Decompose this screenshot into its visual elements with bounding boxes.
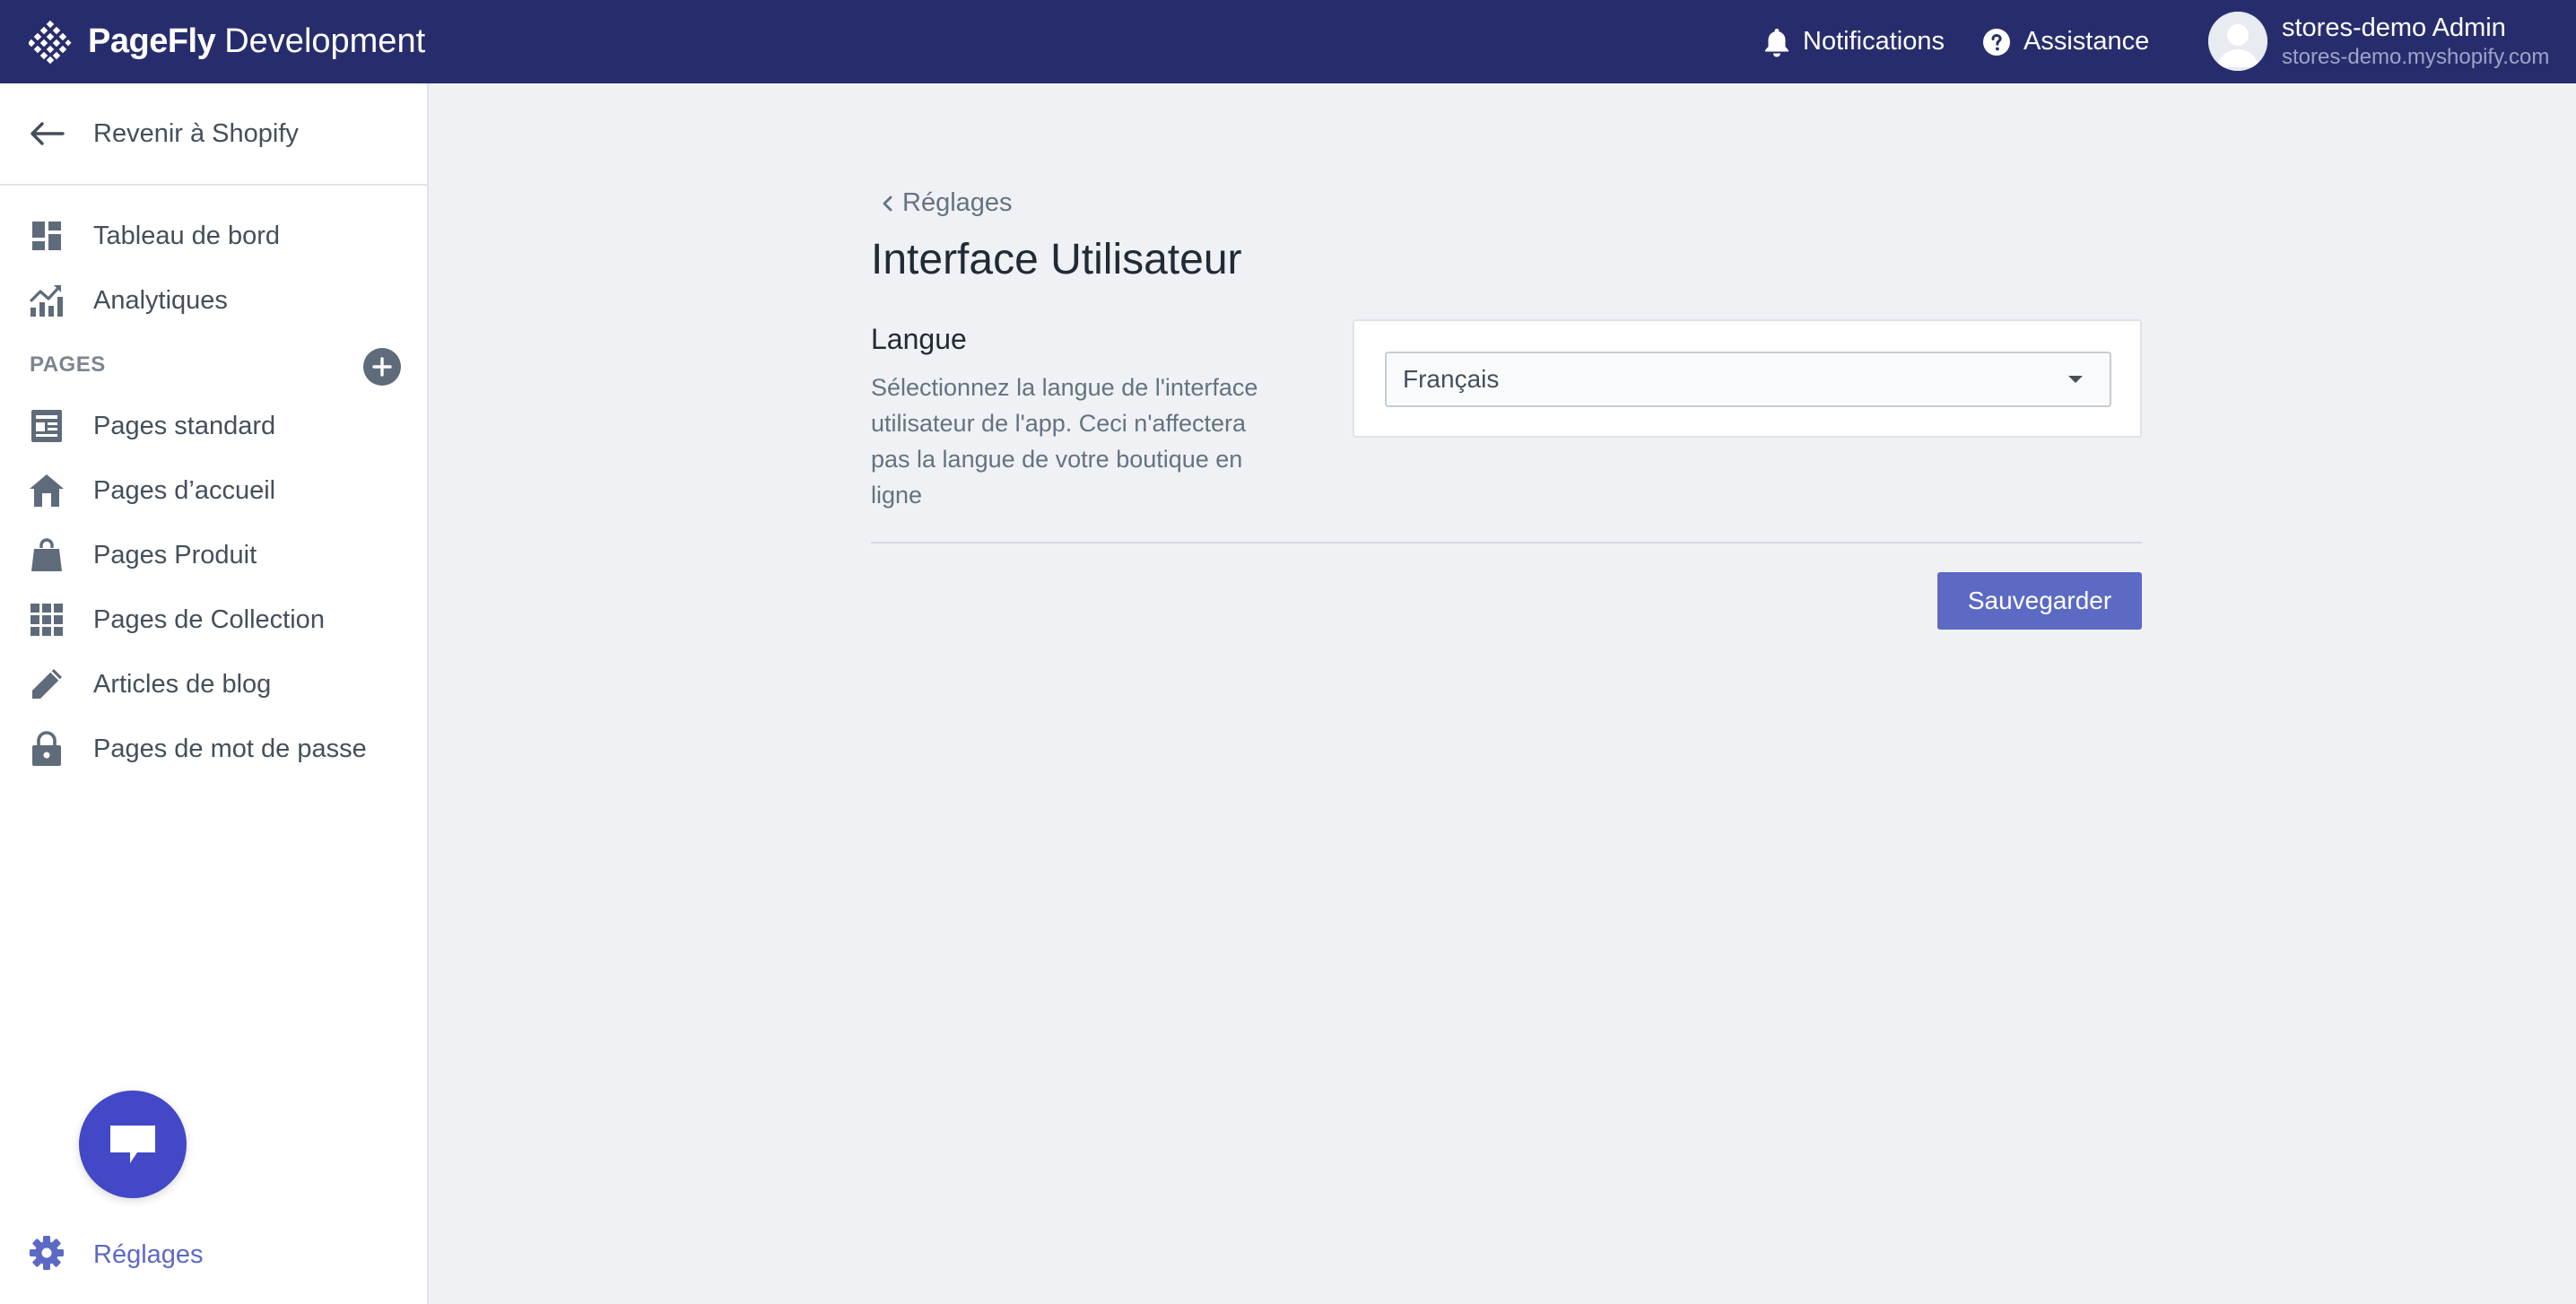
user-avatar-icon (2208, 12, 2267, 71)
language-select[interactable]: Français (1385, 352, 2111, 407)
account-menu[interactable]: stores-demo Admin stores-demo.myshopify.… (2208, 10, 2549, 73)
back-to-shopify-link[interactable]: Revenir à Shopify (0, 83, 427, 186)
sidebar-item-label: Pages d’accueil (93, 475, 276, 505)
sidebar-item-label: Réglages (93, 1239, 204, 1269)
assistance-label: Assistance (2023, 27, 2150, 56)
sidebar-item-label: Articles de blog (93, 669, 272, 699)
page-title: Interface Utilisateur (871, 236, 1242, 283)
language-card: Français (1353, 319, 2142, 438)
notifications-button[interactable]: Notifications (1763, 0, 1945, 83)
avatar (2208, 12, 2267, 71)
brand[interactable]: PageFly Development (29, 0, 425, 83)
language-section-title: Langue (871, 323, 967, 355)
sidebar-item-blog-articles[interactable]: Articles de blog (0, 656, 427, 713)
sidebar-item-password-pages[interactable]: Pages de mot de passe (0, 720, 427, 778)
sidebar-item-label: Tableau de bord (93, 221, 280, 250)
sidebar-item-label: Pages standard (93, 411, 276, 440)
page-icon (29, 408, 65, 444)
language-select-value: Français (1403, 365, 1500, 393)
gear-icon (29, 1235, 65, 1275)
caret-down-icon (2068, 376, 2083, 383)
bell-icon (1765, 28, 1788, 57)
pencil-icon (29, 666, 65, 702)
plus-icon (372, 357, 392, 377)
divider (871, 542, 2142, 543)
arrow-left-icon (30, 122, 65, 145)
chevron-left-icon (883, 196, 892, 211)
lock-icon (29, 731, 65, 767)
sidebar-item-label: Analytiques (93, 285, 228, 315)
grid-icon (29, 602, 65, 638)
pages-section-title: PAGES (30, 352, 106, 377)
sidebar-item-label: Pages Produit (93, 540, 257, 569)
home-icon (29, 473, 65, 509)
sidebar-item-settings[interactable]: Réglages (0, 1226, 427, 1283)
notifications-label: Notifications (1803, 27, 1945, 56)
breadcrumb-label: Réglages (902, 188, 1013, 217)
add-page-button[interactable] (363, 348, 401, 386)
analytics-icon (29, 283, 65, 318)
help-icon (1983, 28, 2010, 56)
sidebar-item-product-pages[interactable]: Pages Produit (0, 526, 427, 584)
sidebar-item-analytics[interactable]: Analytiques (0, 272, 427, 329)
back-to-shopify-label: Revenir à Shopify (93, 118, 299, 148)
sidebar-item-standard-pages[interactable]: Pages standard (0, 397, 427, 455)
assistance-button[interactable]: Assistance (1982, 0, 2149, 83)
sidebar-item-label: Pages de mot de passe (93, 734, 367, 763)
brand-suffix: Development (224, 22, 426, 60)
chat-icon (110, 1126, 155, 1163)
sidebar-item-label: Pages de Collection (93, 604, 325, 634)
pagefly-logo-icon (29, 20, 72, 64)
dashboard-icon (29, 218, 65, 254)
save-button[interactable]: Sauvegarder (1937, 572, 2142, 630)
sidebar: Revenir à Shopify Tableau de bord Analyt… (0, 83, 429, 1304)
language-section-description: Sélectionnez la langue de l'interface ut… (871, 374, 1258, 509)
account-domain: stores-demo.myshopify.com (2282, 45, 2550, 69)
chat-button[interactable] (79, 1091, 187, 1198)
sidebar-item-home-pages[interactable]: Pages d’accueil (0, 462, 427, 519)
brand-name: PageFly (88, 22, 216, 60)
sidebar-item-dashboard[interactable]: Tableau de bord (0, 207, 427, 265)
top-bar: PageFly Development Notifications Assist… (0, 0, 2576, 83)
sidebar-item-collection-pages[interactable]: Pages de Collection (0, 591, 427, 648)
account-name: stores-demo Admin (2282, 13, 2506, 42)
breadcrumb[interactable]: Réglages (881, 188, 1013, 218)
bag-icon (29, 537, 65, 573)
